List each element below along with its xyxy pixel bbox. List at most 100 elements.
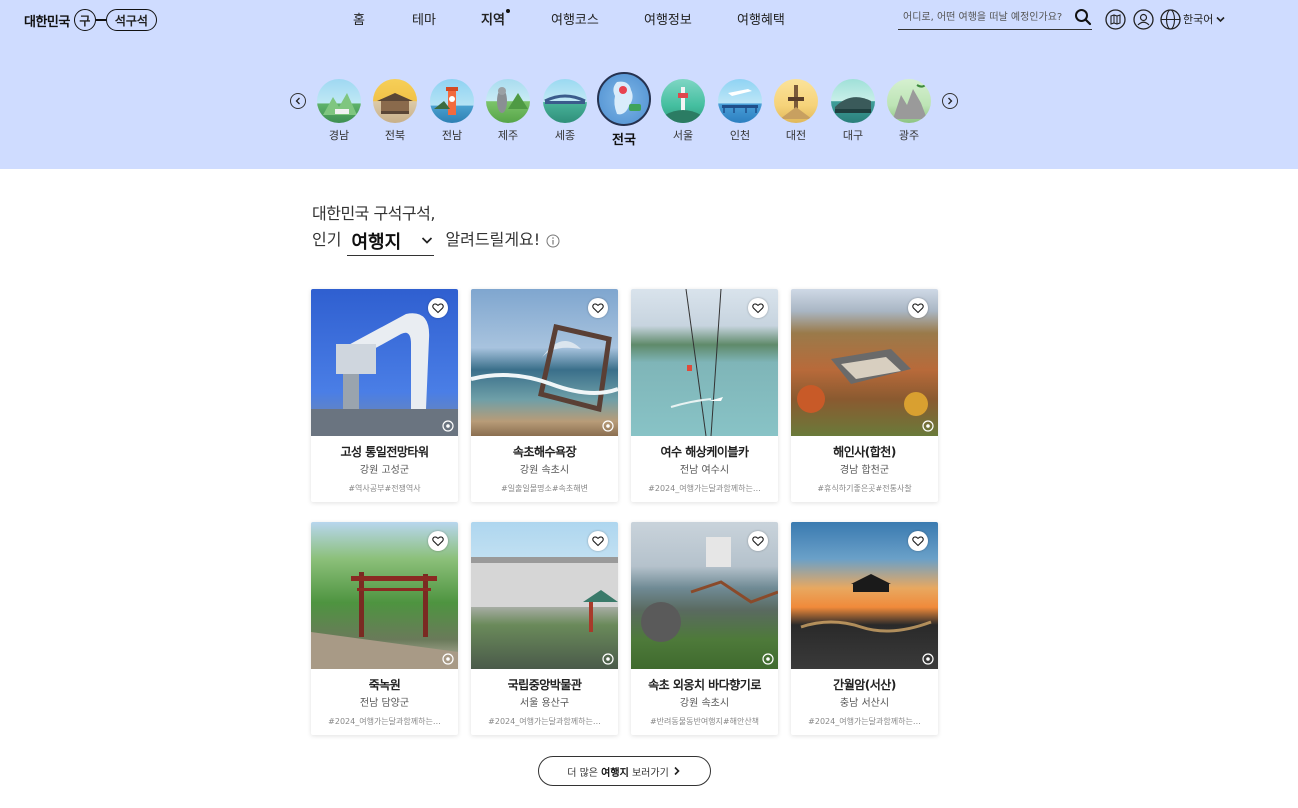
card-photo <box>791 289 938 436</box>
card-title: 간월암(서산) <box>833 678 896 692</box>
destination-card[interactable]: 속초 외옹치 바다향기로 강원 속초시 #반려동물동반여행지#해안산책 <box>631 522 778 735</box>
copyright-license-icon <box>602 653 614 665</box>
card-location: 충남 서산시 <box>839 698 890 709</box>
jeju-illustration <box>486 79 530 123</box>
card-photo <box>631 522 778 669</box>
destination-card[interactable]: 죽녹원 전남 담양군 #2024_여행가는달과함께하는… <box>311 522 458 735</box>
region-seoul[interactable]: 서울 <box>659 76 707 143</box>
region-nationwide[interactable]: 전국 <box>597 72 651 148</box>
nav-info[interactable]: 여행정보 <box>644 9 692 28</box>
card-location: 강원 고성군 <box>359 465 410 476</box>
favorite-heart-icon[interactable] <box>908 298 928 318</box>
destination-card[interactable]: 국립중앙박물관 서울 용산구 #2024_여행가는달과함께하는… <box>471 522 618 735</box>
search-box <box>898 6 1092 30</box>
region-carousel: 경남 전북 전남 제주 세종 전국 서울 인천 대전 대구 광주 <box>290 72 960 156</box>
favorite-heart-icon[interactable] <box>428 531 448 551</box>
favorite-heart-icon[interactable] <box>588 298 608 318</box>
favorite-heart-icon[interactable] <box>748 531 768 551</box>
search-icon[interactable] <box>1074 8 1092 26</box>
destination-card[interactable]: 간월암(서산) 충남 서산시 #2024_여행가는달과함께하는… <box>791 522 938 735</box>
card-photo <box>631 289 778 436</box>
destination-card[interactable]: 고성 통일전망타워 강원 고성군 #역사공부#전쟁역사 <box>311 289 458 502</box>
card-tags: #역사공부#전쟁역사 <box>348 484 421 493</box>
destination-card[interactable]: 여수 해상케이블카 전남 여수시 #2024_여행가는달과함께하는… <box>631 289 778 502</box>
gyeongnam-illustration <box>317 79 361 123</box>
region-sejong[interactable]: 세종 <box>541 76 589 143</box>
heading-suffix: 알려드릴게요! <box>445 230 541 249</box>
see-more-button[interactable]: 더 많은 여행지 보러가기 <box>538 756 711 786</box>
search-input[interactable] <box>903 8 1069 26</box>
region-jeonbuk[interactable]: 전북 <box>371 76 419 143</box>
category-select[interactable]: 여행지 <box>347 226 435 256</box>
language-label: 한국어 <box>1183 13 1214 26</box>
region-gyeongnam[interactable]: 경남 <box>315 76 363 143</box>
favorite-heart-icon[interactable] <box>588 531 608 551</box>
section-subheading: 인기 여행지 알려드릴게요! <box>312 226 560 256</box>
region-incheon[interactable]: 인천 <box>716 76 764 143</box>
copyright-license-icon <box>602 420 614 432</box>
nav-home[interactable]: 홈 <box>353 9 365 28</box>
prev-region-button[interactable] <box>290 93 306 109</box>
jeonbuk-illustration <box>373 79 417 123</box>
daegu-illustration <box>831 79 875 123</box>
nav-region[interactable]: 지역 <box>481 9 510 28</box>
copyright-license-icon <box>442 420 454 432</box>
nationwide-map-illustration <box>597 72 651 126</box>
region-label: 대구 <box>842 129 864 142</box>
chevron-down-icon <box>422 237 433 244</box>
chevron-right-icon <box>674 766 680 776</box>
nav-region-label: 지역 <box>481 13 505 28</box>
card-title: 국립중앙박물관 <box>507 678 582 692</box>
card-tags: #일출일몰명소#속초해변 <box>500 484 588 493</box>
card-location: 강원 속초시 <box>679 698 730 709</box>
map-icon[interactable] <box>1105 9 1126 30</box>
category-select-value: 여행지 <box>351 232 402 253</box>
info-icon[interactable] <box>546 234 560 248</box>
nav-theme[interactable]: 테마 <box>412 9 436 28</box>
card-photo <box>471 289 618 436</box>
nav-benefit[interactable]: 여행혜택 <box>737 9 785 28</box>
jeonnam-illustration <box>430 79 474 123</box>
card-location: 전남 담양군 <box>359 698 410 709</box>
region-jeonnam[interactable]: 전남 <box>428 76 476 143</box>
more-suffix: 보러가기 <box>631 767 669 779</box>
favorite-heart-icon[interactable] <box>748 298 768 318</box>
card-photo <box>311 522 458 669</box>
card-photo <box>791 522 938 669</box>
region-label: 인천 <box>729 129 751 142</box>
region-label: 경남 <box>328 129 350 142</box>
gwangju-illustration <box>887 79 931 123</box>
copyright-license-icon <box>442 653 454 665</box>
favorite-heart-icon[interactable] <box>908 531 928 551</box>
card-tags: #반려동물동반여행지#해안산책 <box>649 717 760 726</box>
region-label: 대전 <box>785 129 807 142</box>
globe-icon[interactable] <box>1160 9 1181 30</box>
region-jeju[interactable]: 제주 <box>484 76 532 143</box>
seoul-illustration <box>661 79 705 123</box>
favorite-heart-icon[interactable] <box>428 298 448 318</box>
next-region-button[interactable] <box>942 93 958 109</box>
region-gwangju[interactable]: 광주 <box>885 76 933 143</box>
chevron-left-icon <box>295 97 300 105</box>
user-icon[interactable] <box>1133 9 1154 30</box>
nav-course[interactable]: 여행코스 <box>551 9 599 28</box>
region-label: 서울 <box>672 129 694 142</box>
card-tags: #2024_여행가는달과함께하는… <box>648 484 761 493</box>
destination-card[interactable]: 속초해수욕장 강원 속초시 #일출일몰명소#속초해변 <box>471 289 618 502</box>
copyright-license-icon <box>922 653 934 665</box>
card-photo <box>311 289 458 436</box>
card-tags: #2024_여행가는달과함께하는… <box>488 717 601 726</box>
region-label: 전남 <box>441 129 463 142</box>
destination-card[interactable]: 해인사(합천) 경남 합천군 #휴식하기좋은곳#전통사찰 <box>791 289 938 502</box>
daejeon-illustration <box>774 79 818 123</box>
chevron-down-icon <box>1216 16 1225 22</box>
active-dot <box>505 9 510 13</box>
region-daejeon[interactable]: 대전 <box>772 76 820 143</box>
copyright-license-icon <box>922 420 934 432</box>
card-location: 전남 여수시 <box>679 465 730 476</box>
card-title: 죽녹원 <box>368 678 401 692</box>
language-select[interactable]: 한국어 <box>1183 11 1226 27</box>
region-daegu[interactable]: 대구 <box>829 76 877 143</box>
card-title: 해인사(합천) <box>833 445 896 459</box>
more-emphasis: 여행지 <box>601 767 629 779</box>
